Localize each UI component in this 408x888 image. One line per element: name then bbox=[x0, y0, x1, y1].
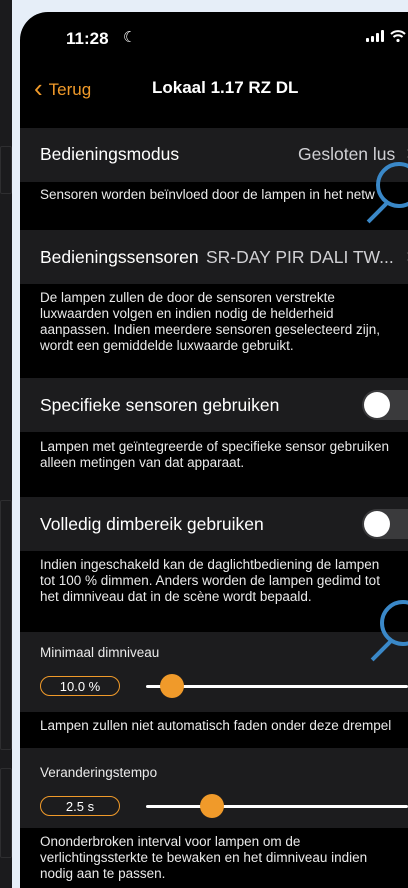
description-line: Indien ingeschakeld kan de daglichtbedie… bbox=[40, 557, 380, 572]
specific-sensors-row: Specifieke sensoren gebruiken bbox=[20, 378, 408, 432]
background-panel bbox=[0, 768, 12, 858]
description-line: nodig aan te passen. bbox=[40, 866, 166, 881]
full-dim-range-toggle[interactable] bbox=[362, 509, 408, 539]
description-line: verlichtingssterkte te bewaken en het di… bbox=[40, 850, 368, 865]
description-line: luxwaarden volgen en indien nodig de hel… bbox=[40, 306, 334, 321]
status-icons bbox=[366, 30, 408, 42]
description-line: Ononderbroken interval voor lampen om de bbox=[40, 834, 301, 849]
specific-sensors-description: Lampen met geïntegreerde of specifieke s… bbox=[40, 439, 408, 471]
description-line: Lampen met geïntegreerde of specifieke s… bbox=[40, 439, 389, 454]
description-line: tot 100 % dimmen. Anders worden de lampe… bbox=[40, 573, 380, 588]
toggle-knob bbox=[364, 392, 390, 418]
nav-bar: ‹ Terug Lokaal 1.17 RZ DL bbox=[20, 73, 408, 118]
min-dim-level-section: Minimaal dimniveau 10.0 % bbox=[20, 632, 408, 712]
back-button[interactable]: ‹ Terug bbox=[34, 73, 92, 103]
specific-sensors-toggle[interactable] bbox=[362, 390, 408, 420]
background-panel bbox=[0, 146, 12, 194]
description-line: het dimniveau dat in de scène wordt bepa… bbox=[40, 589, 312, 604]
full-dim-range-row: Volledig dimbereik gebruiken bbox=[20, 497, 408, 551]
wifi-icon bbox=[390, 30, 406, 42]
sensors-value: SR-DAY PIR DALI TW... bbox=[206, 247, 394, 267]
change-rate-section: Veranderingstempo 2.5 s bbox=[20, 748, 408, 828]
description-line: wordt een gemiddelde luxwaarde gebruikt. bbox=[40, 338, 294, 353]
min-dim-level-track[interactable] bbox=[146, 685, 408, 688]
mode-row[interactable]: Bedieningsmodus Gesloten lus › bbox=[20, 128, 408, 182]
specific-sensors-label: Specifieke sensoren gebruiken bbox=[40, 395, 280, 415]
moon-icon: ☾ bbox=[123, 29, 137, 46]
signal-icon bbox=[366, 30, 384, 42]
background-panel bbox=[0, 500, 12, 750]
page-title: Lokaal 1.17 RZ DL bbox=[152, 78, 299, 97]
description-line: aanpassen. Indien meerdere sensoren gese… bbox=[40, 322, 380, 337]
description-line: alleen metingen van dat apparaat. bbox=[40, 455, 245, 470]
description-line: De lampen zullen de door de sensoren ver… bbox=[40, 290, 335, 305]
mode-description: Sensoren worden beïnvloed door de lampen… bbox=[40, 187, 375, 202]
min-dim-level-slider-thumb[interactable] bbox=[160, 674, 185, 698]
status-time: 11:28 bbox=[66, 29, 109, 48]
zoom-overlay-handle bbox=[366, 200, 390, 224]
full-dim-range-description: Indien ingeschakeld kan de daglichtbedie… bbox=[40, 557, 408, 605]
min-dim-level-label: Minimaal dimniveau bbox=[40, 645, 160, 660]
mode-value: Gesloten lus bbox=[298, 144, 396, 164]
change-rate-value[interactable]: 2.5 s bbox=[40, 796, 120, 816]
change-rate-slider-thumb[interactable] bbox=[199, 794, 224, 818]
background-window-strip bbox=[0, 0, 12, 888]
sensors-description: De lampen zullen de door de sensoren ver… bbox=[40, 290, 408, 354]
status-bar: 11:28 ☾ bbox=[20, 12, 408, 62]
full-dim-range-label: Volledig dimbereik gebruiken bbox=[40, 514, 264, 534]
min-dim-level-value[interactable]: 10.0 % bbox=[40, 676, 120, 696]
min-dim-level-description: Lampen zullen niet automatisch faden ond… bbox=[40, 718, 392, 733]
toggle-knob bbox=[364, 511, 390, 537]
sensors-row[interactable]: Bedieningssensoren SR-DAY PIR DALI TW...… bbox=[20, 230, 408, 284]
back-chevron-icon: ‹ bbox=[34, 73, 43, 103]
mode-label: Bedieningsmodus bbox=[40, 144, 180, 164]
change-rate-track[interactable] bbox=[146, 805, 408, 808]
sensors-label: Bedieningssensoren bbox=[40, 247, 199, 267]
change-rate-label: Veranderingstempo bbox=[40, 765, 158, 780]
change-rate-description: Ononderbroken interval voor lampen om de… bbox=[40, 834, 408, 882]
back-label: Terug bbox=[48, 79, 92, 99]
phone-screen: 11:28 ☾ ‹ Terug Lokaal 1.17 RZ DL Bedien… bbox=[20, 12, 408, 888]
